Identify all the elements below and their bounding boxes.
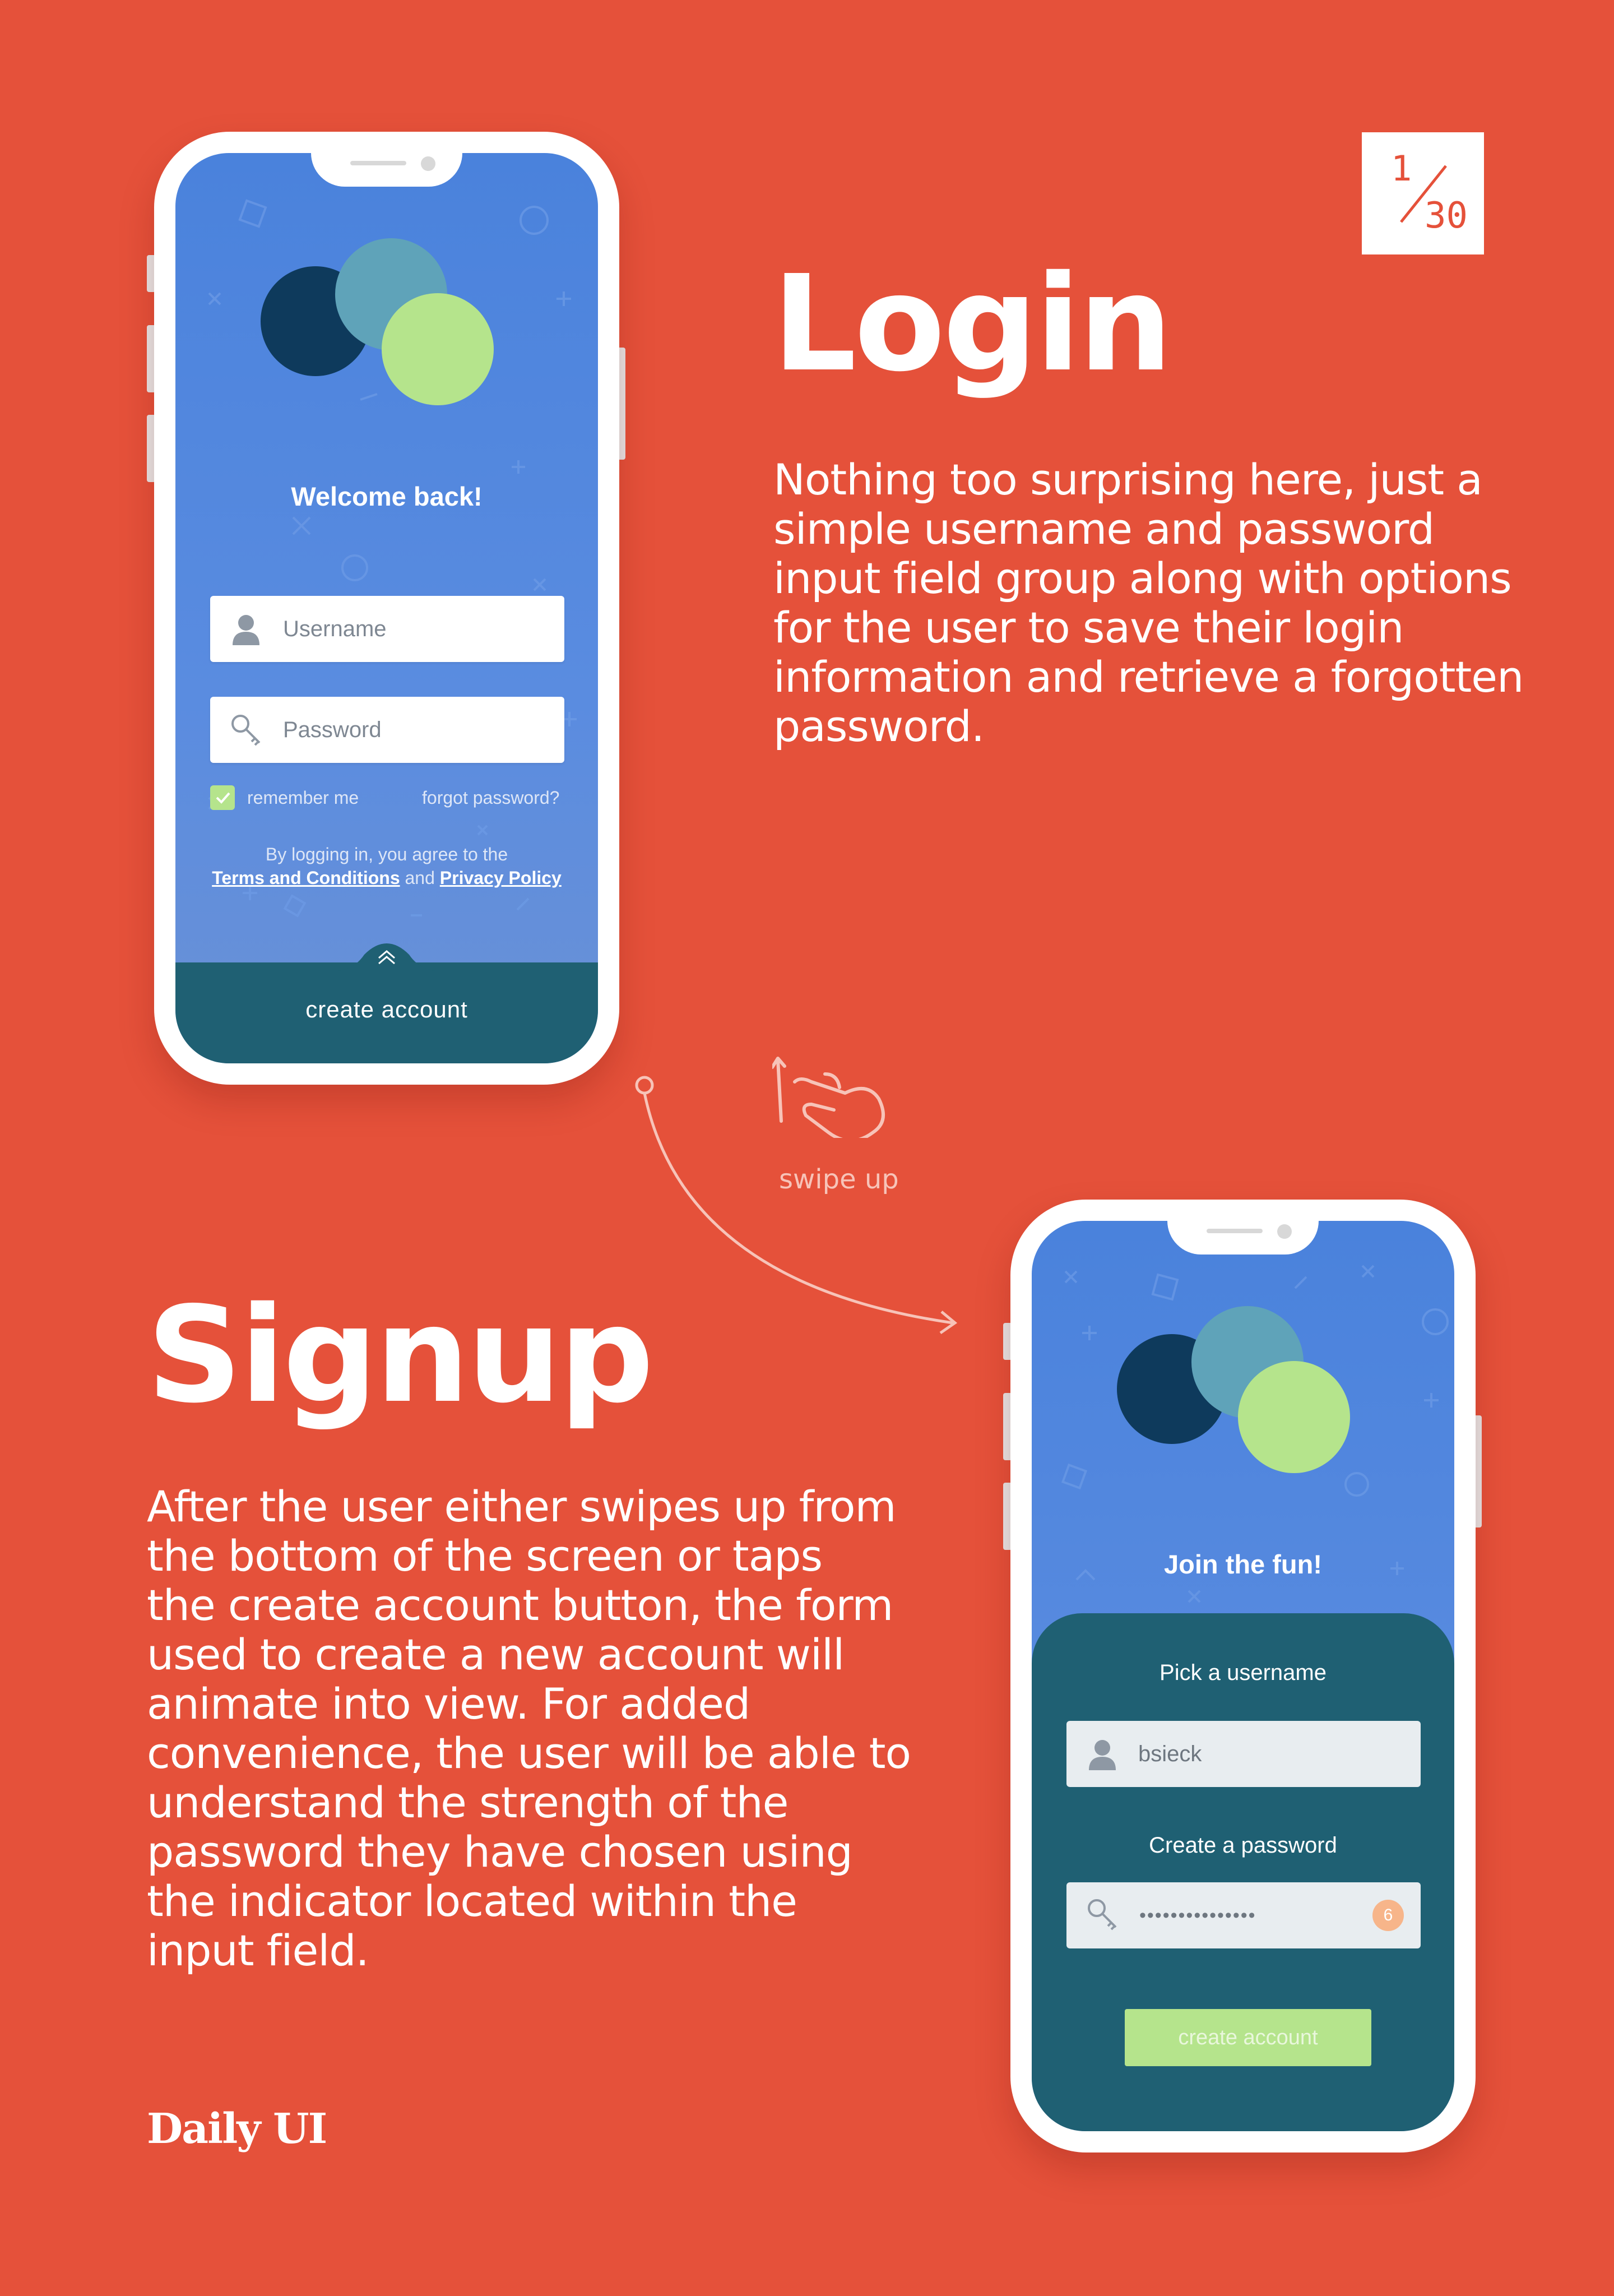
welcome-title: Welcome back! bbox=[291, 482, 483, 511]
signup-desc-line: used to create a new account will bbox=[147, 1630, 845, 1679]
signup-desc-line: convenience, the user will be able to bbox=[147, 1728, 911, 1778]
signup-description: After the user either swipes up from the… bbox=[147, 1482, 911, 1975]
terms-and: and bbox=[405, 868, 435, 888]
speaker bbox=[1207, 1229, 1263, 1233]
day-badge: 1 30 bbox=[1362, 132, 1484, 254]
login-phone: Welcome back! Username Password remember… bbox=[154, 132, 619, 1085]
remember-me-checkbox[interactable] bbox=[210, 785, 235, 810]
password-input[interactable]: Password bbox=[210, 697, 564, 763]
logo-circles bbox=[261, 238, 494, 405]
swipe-up-label: swipe up bbox=[779, 1164, 899, 1195]
login-desc-line: Nothing too surprising here, just a bbox=[773, 455, 1483, 504]
login-desc-line: input field group along with options bbox=[773, 553, 1512, 603]
signup-desc-line: understand the strength of the bbox=[147, 1777, 789, 1827]
create-account-button[interactable]: create account bbox=[1125, 2009, 1371, 2066]
username-label: Pick a username bbox=[1160, 1660, 1327, 1685]
login-description: Nothing too surprising here, just a simp… bbox=[773, 455, 1524, 751]
signup-desc-line: After the user either swipes up from bbox=[147, 1482, 897, 1531]
signup-desc-line: the bottom of the screen or taps bbox=[147, 1531, 823, 1581]
password-label: Create a password bbox=[1149, 1833, 1337, 1858]
join-title: Join the fun! bbox=[1164, 1549, 1322, 1579]
login-desc-line: for the user to save their login bbox=[773, 603, 1404, 652]
logo-circles bbox=[1117, 1306, 1350, 1473]
create-account-label: create account bbox=[305, 996, 468, 1022]
login-desc-line: simple username and password bbox=[773, 504, 1435, 554]
signup-form-panel: Pick a username bsieck Create a password… bbox=[1032, 1613, 1454, 2131]
privacy-link[interactable]: Privacy Policy bbox=[440, 868, 562, 888]
check-icon bbox=[216, 792, 230, 804]
terms-prefix: By logging in, you agree to the bbox=[265, 844, 508, 864]
camera bbox=[1277, 1224, 1292, 1239]
user-icon bbox=[1089, 1740, 1116, 1770]
phone-notch bbox=[1167, 1200, 1319, 1255]
badge-total: 30 bbox=[1425, 195, 1468, 237]
remember-me-label: remember me bbox=[247, 788, 359, 808]
speaker bbox=[350, 161, 406, 165]
signup-desc-line: the create account button, the form bbox=[147, 1580, 893, 1630]
username-placeholder: Username bbox=[283, 617, 387, 641]
user-icon bbox=[233, 615, 259, 645]
terms-link[interactable]: Terms and Conditions bbox=[212, 868, 400, 888]
username-value: bsieck bbox=[1138, 1742, 1202, 1766]
login-screen: Welcome back! Username Password remember… bbox=[175, 153, 598, 1063]
signup-desc-line: input field. bbox=[147, 1925, 369, 1975]
camera bbox=[421, 156, 435, 171]
phone-notch bbox=[311, 132, 462, 187]
password-placeholder: Password bbox=[283, 718, 382, 742]
password-strength-indicator: 6 bbox=[1372, 1900, 1404, 1931]
signup-desc-line: password they have chosen using bbox=[147, 1827, 853, 1877]
key-icon bbox=[231, 715, 261, 746]
login-desc-line: password. bbox=[773, 701, 985, 751]
login-desc-line: information and retrieve a forgotten bbox=[773, 652, 1524, 702]
create-account-bar[interactable]: create account bbox=[175, 962, 598, 1063]
username-input[interactable]: Username bbox=[210, 596, 564, 662]
login-heading: Login bbox=[772, 247, 1172, 401]
signup-desc-line: the indicator located within the bbox=[147, 1876, 797, 1926]
password-value: ••••••••••••••• bbox=[1139, 1905, 1256, 1926]
signup-screen: Join the fun! Pick a username bsieck Cre… bbox=[1032, 1221, 1454, 2131]
signup-desc-line: animate into view. For added bbox=[147, 1679, 750, 1729]
swipe-hand-icon bbox=[772, 1057, 885, 1138]
terms-links-line: Terms and Conditions and Privacy Policy bbox=[175, 866, 598, 890]
signup-heading: Signup bbox=[147, 1278, 654, 1432]
terms-notice: By logging in, you agree to the Terms an… bbox=[175, 843, 598, 890]
signup-username-input[interactable]: bsieck bbox=[1066, 1721, 1421, 1787]
forgot-password-link[interactable]: forgot password? bbox=[422, 788, 559, 808]
swipe-tab[interactable] bbox=[331, 938, 443, 971]
signup-password-input[interactable]: ••••••••••••••• 6 bbox=[1066, 1882, 1421, 1948]
key-icon bbox=[1088, 1899, 1117, 1931]
signup-phone: Join the fun! Pick a username bsieck Cre… bbox=[1010, 1200, 1476, 2152]
daily-ui-logo: Daily UI bbox=[147, 2105, 327, 2153]
